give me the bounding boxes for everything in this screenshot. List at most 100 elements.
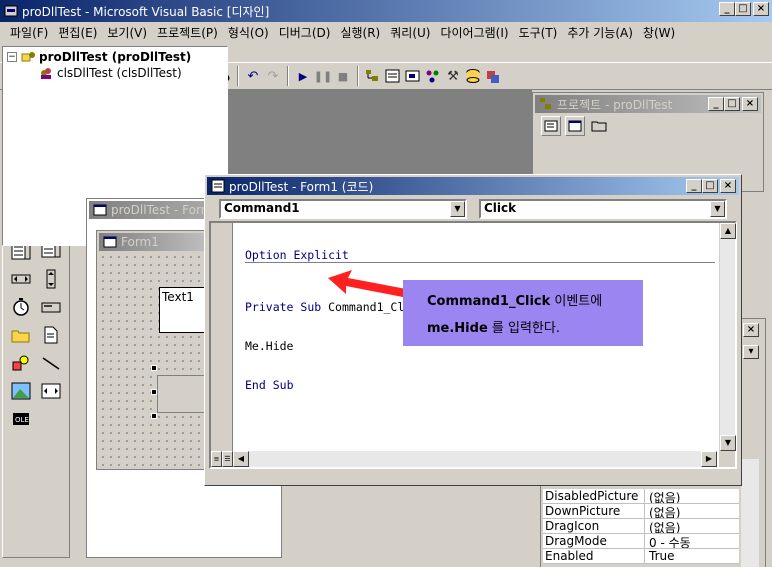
- resize-handle[interactable]: [151, 413, 157, 419]
- menu-item[interactable]: 도구(T): [519, 24, 558, 41]
- menu-item[interactable]: 추가 기능(A): [567, 24, 633, 41]
- menu-item[interactable]: 쿼리(U): [390, 24, 430, 41]
- properties-dropdown-button[interactable]: ▾: [743, 345, 759, 359]
- image-tool-icon[interactable]: [7, 379, 35, 403]
- vscrollbar-tool-icon[interactable]: [37, 267, 65, 291]
- menu-item[interactable]: 디버그(D): [279, 24, 331, 41]
- toolbar-separator: [357, 66, 359, 86]
- property-value[interactable]: (없음): [645, 504, 680, 518]
- properties-close-button[interactable]: ×: [743, 323, 759, 337]
- menu-item[interactable]: 프로젝트(P): [157, 24, 218, 41]
- code-close-button[interactable]: ×: [720, 179, 736, 193]
- scroll-up-icon[interactable]: ▲: [720, 223, 736, 239]
- resize-handle[interactable]: [151, 389, 157, 395]
- form-layout-icon[interactable]: [403, 66, 423, 86]
- end-icon[interactable]: ■: [333, 66, 353, 86]
- toolbox-icon[interactable]: ⚒: [443, 66, 463, 86]
- tree-node-project[interactable]: − proDllTest (proDllTest): [7, 49, 223, 65]
- code-horizontal-scrollbar[interactable]: ◀ ▶: [233, 451, 717, 467]
- code-window-title-bar[interactable]: proDllTest - Form1 (코드) _ □ ×: [207, 177, 739, 195]
- project-explorer-icon[interactable]: [363, 66, 383, 86]
- minimize-button[interactable]: _: [719, 2, 735, 16]
- undo-icon[interactable]: ↶: [243, 66, 263, 86]
- property-value[interactable]: 0 - 수동: [645, 534, 691, 548]
- menu-item[interactable]: 다이어그램(I): [440, 24, 508, 41]
- resize-handle[interactable]: [151, 365, 157, 371]
- menu-item[interactable]: 파일(F): [10, 24, 48, 41]
- command1-button[interactable]: [157, 375, 209, 413]
- form1-title: Form1: [121, 235, 159, 249]
- break-icon[interactable]: ❚❚: [313, 66, 333, 86]
- size-grip[interactable]: [719, 451, 735, 467]
- menu-item[interactable]: 편집(E): [58, 24, 97, 41]
- code-maximize-button[interactable]: □: [702, 179, 718, 193]
- drivelistbox-tool-icon[interactable]: [37, 295, 65, 319]
- main-title-bar[interactable]: proDllTest - Microsoft Visual Basic [디자인…: [0, 0, 772, 22]
- form1-body[interactable]: Text1: [99, 253, 209, 467]
- toggle-folders-icon[interactable]: [589, 116, 609, 136]
- menu-item[interactable]: 형식(O): [228, 24, 269, 41]
- object-browser-icon[interactable]: [423, 66, 443, 86]
- property-value[interactable]: (없음): [645, 489, 680, 503]
- menu-item[interactable]: 창(W): [643, 24, 675, 41]
- line-tool-icon[interactable]: [37, 351, 65, 375]
- ole-tool-icon[interactable]: OLE: [7, 407, 35, 431]
- code-vertical-scrollbar[interactable]: ▲ ▼: [719, 223, 736, 451]
- full-module-view-icon[interactable]: ☰: [222, 451, 233, 467]
- project-node-icon: [21, 50, 35, 64]
- data-tool-icon[interactable]: [37, 379, 65, 403]
- timer-tool-icon[interactable]: [7, 295, 35, 319]
- code-margin[interactable]: [211, 223, 233, 467]
- procedure-combobox[interactable]: Click ▼: [479, 199, 727, 219]
- project-icon: [539, 97, 553, 111]
- shape-tool-icon[interactable]: [7, 351, 35, 375]
- object-combobox[interactable]: Command1 ▼: [219, 199, 467, 219]
- tree-collapse-icon[interactable]: −: [7, 52, 17, 62]
- view-object-icon[interactable]: [565, 116, 585, 136]
- property-value[interactable]: True: [645, 549, 675, 563]
- dirlistbox-tool-icon[interactable]: [7, 323, 35, 347]
- code-line-4[interactable]: End Sub: [245, 379, 715, 392]
- text1-textbox[interactable]: Text1: [159, 287, 209, 333]
- property-row[interactable]: DisabledPicture (없음): [543, 489, 739, 504]
- view-code-icon[interactable]: [541, 116, 561, 136]
- text1-textbox-text: Text1: [162, 290, 194, 304]
- close-button[interactable]: ×: [753, 2, 769, 16]
- component-manager-icon[interactable]: [483, 66, 503, 86]
- property-row[interactable]: Enabled True: [543, 549, 739, 564]
- code-line-1[interactable]: Option Explicit: [245, 249, 715, 263]
- filelistbox-tool-icon[interactable]: [37, 323, 65, 347]
- scroll-down-icon[interactable]: ▼: [720, 435, 736, 451]
- project-minimize-button[interactable]: _: [708, 97, 724, 111]
- properties-window-icon[interactable]: [383, 66, 403, 86]
- chevron-down-icon[interactable]: ▼: [710, 201, 725, 217]
- form1-title-bar[interactable]: Form1: [99, 233, 209, 251]
- tree-node-class[interactable]: clsDllTest (clsDllTest): [7, 65, 223, 81]
- hscrollbar-tool-icon[interactable]: [7, 267, 35, 291]
- redo-icon[interactable]: ↷: [263, 66, 283, 86]
- class-node-label: clsDllTest (clsDllTest): [57, 66, 182, 80]
- form1-designer[interactable]: Form1 Text1: [96, 230, 212, 470]
- properties-scrollbar[interactable]: [741, 459, 759, 567]
- chevron-down-icon[interactable]: ▼: [450, 201, 465, 217]
- project-explorer-title-bar[interactable]: 프로젝트 - proDllTest _ □ ×: [535, 95, 761, 113]
- start-icon[interactable]: ▶: [293, 66, 313, 86]
- toolbar-separator: [287, 66, 289, 86]
- menu-item[interactable]: 보기(V): [107, 24, 147, 41]
- project-close-button[interactable]: ×: [742, 97, 758, 111]
- app-title: proDllTest - Microsoft Visual Basic [디자인…: [22, 4, 270, 19]
- project-node-label: proDllTest (proDllTest): [39, 50, 192, 64]
- property-value[interactable]: (없음): [645, 519, 680, 533]
- code-minimize-button[interactable]: _: [686, 179, 702, 193]
- property-row[interactable]: DragMode 0 - 수동: [543, 534, 739, 549]
- scroll-left-icon[interactable]: ◀: [233, 451, 249, 467]
- project-maximize-button[interactable]: □: [724, 97, 740, 111]
- menu-item[interactable]: 실행(R): [340, 24, 380, 41]
- data-view-icon[interactable]: [463, 66, 483, 86]
- project-explorer-title: 프로젝트 - proDllTest: [557, 97, 673, 112]
- property-row[interactable]: DragIcon (없음): [543, 519, 739, 534]
- procedure-view-icon[interactable]: ≡: [211, 451, 222, 467]
- property-row[interactable]: DownPicture (없음): [543, 504, 739, 519]
- maximize-button[interactable]: □: [735, 2, 751, 16]
- scroll-right-icon[interactable]: ▶: [701, 451, 717, 467]
